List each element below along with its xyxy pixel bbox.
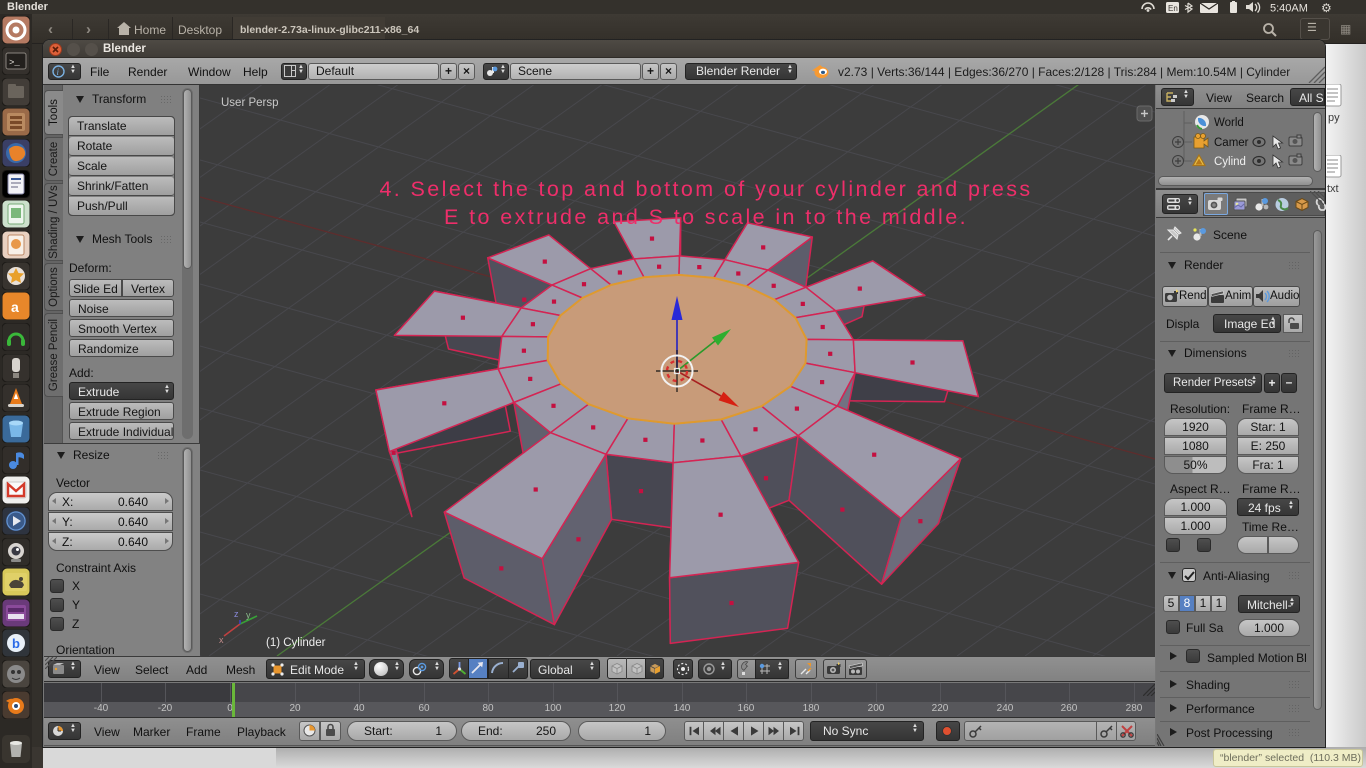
svg-text:b: b — [12, 636, 20, 651]
svg-text:i: i — [57, 67, 60, 77]
svg-text:5:40AM: 5:40AM — [1270, 3, 1308, 15]
svg-text:x: x — [219, 635, 224, 645]
svg-text:(1) Cylinder: (1) Cylinder — [266, 637, 326, 649]
svg-text:World: World — [1214, 117, 1244, 129]
svg-text:y: y — [246, 610, 251, 620]
svg-text:E to extrude and S to scale in: E to extrude and S to scale in to the mi… — [444, 205, 968, 229]
svg-text:>_: >_ — [9, 58, 20, 68]
svg-text:⚙: ⚙ — [1321, 1, 1332, 14]
svg-text:a: a — [11, 299, 19, 315]
svg-text:Camer: Camer — [1214, 137, 1249, 149]
svg-text:4. Select the top and bottom o: 4. Select the top and bottom of your cyl… — [379, 177, 1032, 201]
svg-text:User Persp: User Persp — [221, 97, 279, 109]
svg-text:En: En — [1168, 4, 1178, 13]
svg-text:z: z — [234, 609, 239, 619]
svg-text:Cylind: Cylind — [1214, 156, 1246, 168]
